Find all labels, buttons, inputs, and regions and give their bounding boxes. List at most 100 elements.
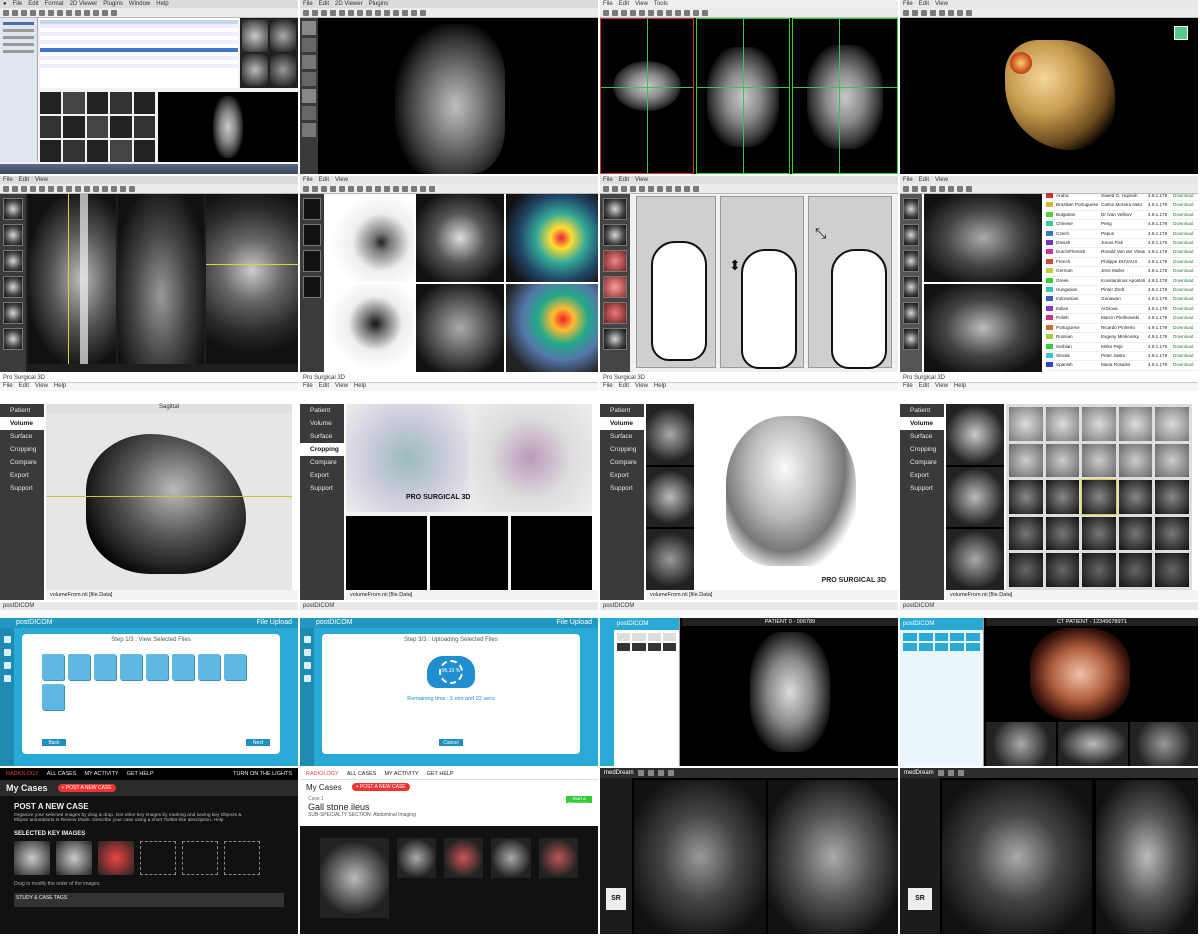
- nav-patient[interactable]: Patient: [0, 404, 44, 417]
- xray-thumbs[interactable]: [900, 194, 922, 372]
- tool-panel[interactable]: postDICOM: [614, 618, 680, 766]
- gesture-thumbs[interactable]: [600, 194, 630, 372]
- download-link[interactable]: Download: [1173, 211, 1193, 219]
- download-link[interactable]: Download: [1173, 201, 1193, 209]
- sagittal-viewport[interactable]: Sagittal Width: 2123 Level: 191: [46, 404, 292, 590]
- gesture-pan: ⤡: [808, 196, 892, 369]
- tile-pd-step3: postDICOM postDICOM File Upload Step 3/3 …: [300, 602, 600, 768]
- pet-mip-1[interactable]: [328, 194, 414, 282]
- download-link[interactable]: Download: [1173, 277, 1193, 285]
- download-link[interactable]: Download: [1173, 295, 1193, 303]
- case-title: Gall stone ileus: [308, 802, 370, 812]
- cropping-views[interactable]: PRO SURGICAL 3D: [346, 404, 592, 590]
- series-thumbs[interactable]: [0, 194, 26, 372]
- orientation-cube[interactable]: [1174, 26, 1188, 40]
- tile-sagittal-mri: File Edit 2D Viewer Plugins: [300, 0, 600, 176]
- post-case-button[interactable]: + POST A NEW CASE: [57, 784, 116, 792]
- flag-icon: [1046, 221, 1053, 227]
- nav-surface[interactable]: Surface: [0, 430, 44, 443]
- language-row: Serbian Mirko Pejic 4.9.1.179 Download: [1046, 343, 1198, 352]
- spine-axial[interactable]: [206, 194, 298, 364]
- pet-mip-2[interactable]: [328, 284, 414, 372]
- album-sidebar[interactable]: [0, 18, 38, 162]
- pd-sidebar[interactable]: [0, 628, 14, 766]
- ct-axial[interactable]: [416, 284, 504, 372]
- tile-pd-step1: postDICOM postDICOM File Upload Step 1/3 …: [0, 602, 300, 768]
- skull-xray[interactable]: [924, 194, 1042, 282]
- case-images[interactable]: [300, 826, 598, 934]
- my-cases-title: My Cases: [6, 783, 48, 793]
- top-nav[interactable]: RADIOLOGY ALL CASES MY ACTIVITY GET HELP TUR…: [0, 768, 298, 780]
- coronal-view[interactable]: [696, 18, 790, 174]
- language-row: Russian Evgeny Minkovsky 4.9.1.179 Download: [1046, 333, 1198, 343]
- language-row: Hungarian Pinter Zsolt 4.9.1.179 Download: [1046, 286, 1198, 296]
- arrow-up-down-icon: ⬍: [729, 257, 741, 273]
- sr-button[interactable]: SR: [606, 888, 626, 910]
- flag-icon: [1046, 211, 1053, 217]
- download-link[interactable]: Download: [1173, 239, 1193, 247]
- tile-pd-viewer-3d: postDICOM postDICOM CT PATIENT - 1234567…: [900, 602, 1200, 768]
- 3d-chest-render[interactable]: [1030, 628, 1130, 720]
- download-link[interactable]: Download: [1173, 305, 1193, 313]
- tile-ps-cropping: Pro Surgical 3D File Edit View Help Patient…: [300, 374, 600, 602]
- chest-xray[interactable]: [750, 632, 830, 752]
- nav-cropping-active[interactable]: Cropping: [300, 443, 344, 456]
- nav-cropping[interactable]: Cropping: [0, 443, 44, 456]
- mini-views[interactable]: [646, 404, 694, 591]
- download-link[interactable]: Download: [1173, 192, 1193, 200]
- tags-box[interactable]: STUDY & CASE TAGS: [14, 893, 284, 907]
- spine-coronal[interactable]: [118, 194, 204, 364]
- mri-image[interactable]: [395, 24, 505, 174]
- download-link[interactable]: Download: [1173, 352, 1193, 360]
- sagittal-preview[interactable]: [158, 92, 298, 162]
- language-row: French Philippe DUVAUX 4.9.1.179 Download: [1046, 258, 1198, 268]
- nav-compare[interactable]: Compare: [0, 456, 44, 469]
- tile-meddream-2: medDream SR: [900, 768, 1200, 936]
- thumbnail-grid[interactable]: [1006, 404, 1192, 590]
- nav-volume[interactable]: Volume: [0, 417, 44, 430]
- flag-icon: [1046, 268, 1053, 274]
- nav-export[interactable]: Export: [0, 469, 44, 482]
- study-list[interactable]: [40, 18, 238, 88]
- download-link[interactable]: Download: [1173, 343, 1193, 351]
- ct-coronal[interactable]: [416, 194, 504, 282]
- preview-thumbnails[interactable]: [240, 18, 298, 88]
- spine-sagittal[interactable]: [28, 194, 116, 364]
- download-link[interactable]: Download: [1173, 324, 1193, 332]
- discuss-button[interactable]: Start a Discussion: [566, 796, 592, 806]
- series-thumbnails[interactable]: [40, 92, 155, 162]
- tile-translations: File Edit View Arabic Saeed G. Hujmah 4.9.1.…: [900, 176, 1200, 374]
- back-button[interactable]: Back: [42, 739, 66, 746]
- window-title: Pro Surgical 3D: [0, 374, 298, 383]
- axial-view[interactable]: [600, 18, 694, 174]
- angio-xray[interactable]: [924, 284, 1042, 372]
- 3d-skull-view[interactable]: PRO SURGICAL 3D: [696, 404, 892, 590]
- tile-ps-volume-sagittal: Pro Surgical 3D File Edit View Help Patient…: [0, 374, 300, 602]
- download-link[interactable]: Download: [1173, 230, 1193, 238]
- dock[interactable]: [0, 164, 298, 174]
- series-strip[interactable]: [300, 18, 318, 174]
- download-link[interactable]: Download: [1173, 333, 1193, 341]
- download-link[interactable]: Download: [1173, 361, 1193, 369]
- pet-thumbs[interactable]: [300, 194, 324, 372]
- language-row: Czech Pepus 4.9.1.179 Download: [1046, 230, 1198, 240]
- nav-sidebar[interactable]: Patient Volume Surface Cropping Compare …: [0, 404, 44, 600]
- download-link[interactable]: Download: [1173, 220, 1193, 228]
- fused-axial[interactable]: [506, 284, 598, 372]
- menu-bar[interactable]: File Edit View Help: [0, 383, 298, 391]
- nav-support[interactable]: Support: [0, 482, 44, 495]
- next-button[interactable]: Next: [246, 739, 270, 746]
- flag-icon: [1046, 230, 1053, 236]
- download-link[interactable]: Download: [1173, 267, 1193, 275]
- nav-sidebar-2[interactable]: Patient Volume Surface Cropping Compare Exp…: [300, 404, 344, 600]
- cancel-button[interactable]: Cancel: [439, 739, 463, 746]
- download-link[interactable]: Download: [1173, 248, 1193, 256]
- sagittal-view[interactable]: [792, 18, 898, 174]
- download-link[interactable]: Download: [1173, 286, 1193, 294]
- tool-panel-2[interactable]: postDICOM: [900, 618, 984, 766]
- gesture-pinch: [636, 196, 716, 368]
- fused-coronal[interactable]: [506, 194, 598, 282]
- download-link[interactable]: Download: [1173, 258, 1193, 266]
- download-link[interactable]: Download: [1173, 314, 1193, 322]
- key-images[interactable]: [14, 841, 284, 875]
